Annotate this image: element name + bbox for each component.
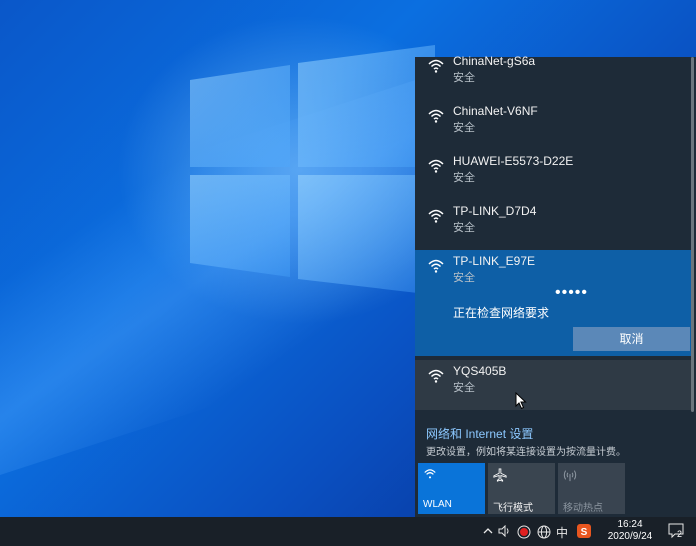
airplane-mode-tile[interactable]: 飞行模式 (488, 463, 555, 514)
network-security: 安全 (453, 222, 475, 234)
show-hidden-icons-chevron-up-icon[interactable] (483, 524, 493, 538)
wlan-toggle-tile[interactable]: WLAN (418, 463, 485, 514)
volume-icon[interactable] (498, 524, 512, 540)
taskbar-clock[interactable]: 16:24 2020/9/24 (604, 519, 656, 543)
network-item[interactable]: ChinaNet-V6NF 安全 (415, 100, 691, 150)
network-ssid: ChinaNet-V6NF (453, 104, 538, 118)
record-icon[interactable] (517, 525, 531, 542)
network-item[interactable]: HUAWEI-E5573-D22E 安全 (415, 150, 691, 200)
tile-label: 飞行模式 (493, 503, 533, 514)
ime-indicator[interactable]: 中 (556, 524, 568, 541)
tile-label: 移动热点 (563, 503, 603, 514)
network-settings-link[interactable]: 网络和 Internet 设置 (426, 425, 533, 442)
wifi-signal-icon (428, 159, 444, 173)
connection-status-text: 正在检查网络要求 (453, 306, 550, 320)
sogou-input-icon[interactable]: S (576, 523, 592, 542)
network-item[interactable]: YQS405B 安全 (415, 360, 691, 410)
airplane-icon (493, 468, 507, 482)
wifi-signal-icon (428, 109, 444, 123)
notification-center-icon[interactable]: 2 (668, 523, 686, 542)
tile-label: WLAN (423, 499, 452, 510)
connecting-progress-dots: ••••• (555, 284, 589, 301)
network-list-scrollbar[interactable] (691, 57, 694, 412)
cancel-button[interactable]: 取消 (573, 327, 690, 351)
taskbar: 中 S 16:24 2020/9/24 2 (0, 517, 696, 546)
network-security: 安全 (453, 122, 475, 134)
notification-count-badge: 2 (677, 529, 683, 539)
hotspot-icon (563, 470, 577, 482)
network-ssid: TP-LINK_E97E (453, 254, 536, 268)
network-ssid: HUAWEI-E5573-D22E (453, 154, 574, 168)
svg-text:S: S (581, 527, 588, 538)
clock-date: 2020/9/24 (607, 531, 653, 542)
wifi-signal-icon (428, 369, 444, 383)
wifi-signal-icon (428, 259, 444, 273)
network-security: 安全 (453, 272, 475, 284)
mobile-hotspot-tile[interactable]: 移动热点 (558, 463, 625, 514)
network-security: 安全 (453, 72, 475, 84)
network-item[interactable]: TP-LINK_D7D4 安全 (415, 200, 691, 250)
network-security: 安全 (453, 382, 475, 394)
wifi-signal-icon (428, 209, 444, 223)
globe-network-icon[interactable] (537, 525, 551, 542)
network-security: 安全 (453, 172, 475, 184)
wifi-flyout-panel: ChinaNet-gS6a 安全 ChinaNet-V6NF 安全 HUAWEI… (415, 54, 696, 517)
wifi-signal-icon (428, 59, 444, 73)
network-ssid: TP-LINK_D7D4 (453, 204, 537, 218)
windows-logo-icon (190, 45, 435, 295)
network-settings-description: 更改设置，例如将某连接设置为按流量计费。 (426, 447, 626, 458)
network-item-selected[interactable]: TP-LINK_E97E 安全 ••••• 正在检查网络要求 取消 (415, 250, 691, 356)
network-item[interactable]: ChinaNet-gS6a 安全 (415, 50, 691, 100)
mouse-cursor-icon (515, 392, 527, 410)
network-ssid: YQS405B (453, 364, 507, 378)
clock-time: 16:24 (617, 519, 643, 530)
network-ssid: ChinaNet-gS6a (453, 54, 536, 68)
wifi-icon (424, 469, 436, 479)
